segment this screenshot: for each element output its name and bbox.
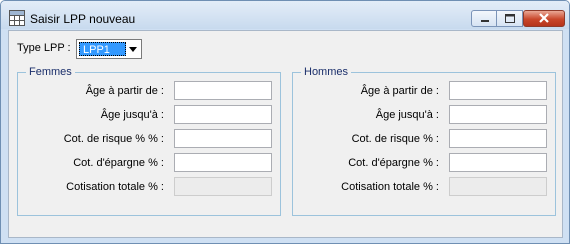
window-title: Saisir LPP nouveau bbox=[30, 12, 136, 26]
hommes-total-contribution-field bbox=[449, 177, 547, 196]
type-lpp-dropdown[interactable]: LPP1 bbox=[76, 39, 142, 59]
hommes-group-title: Hommes bbox=[301, 66, 352, 78]
grid-icon bbox=[9, 10, 25, 26]
minimize-icon bbox=[481, 20, 489, 22]
hommes-risk-contribution-label: Cot. de risque % : bbox=[351, 133, 439, 145]
chevron-down-icon bbox=[129, 47, 137, 52]
femmes-risk-contribution-input[interactable] bbox=[174, 129, 272, 148]
femmes-age-from-label: Âge à partir de : bbox=[85, 85, 164, 97]
femmes-savings-contribution-input[interactable] bbox=[174, 153, 272, 172]
femmes-group-title: Femmes bbox=[26, 66, 75, 78]
maximize-icon bbox=[505, 14, 515, 23]
hommes-total-contribution-label: Cotisation totale % : bbox=[341, 181, 439, 193]
hommes-savings-contribution-input[interactable] bbox=[449, 153, 547, 172]
hommes-risk-contribution-input[interactable] bbox=[449, 129, 547, 148]
hommes-age-from-input[interactable] bbox=[449, 81, 547, 100]
maximize-button[interactable] bbox=[497, 10, 523, 27]
hommes-age-from-label: Âge à partir de : bbox=[360, 85, 439, 97]
title-bar[interactable]: Saisir LPP nouveau bbox=[1, 1, 569, 29]
femmes-savings-contribution-label: Cot. d'épargne % : bbox=[73, 157, 164, 169]
type-lpp-selected-value: LPP1 bbox=[79, 42, 126, 56]
femmes-age-to-input[interactable] bbox=[174, 105, 272, 124]
femmes-total-contribution-label: Cotisation totale % : bbox=[66, 181, 164, 193]
femmes-risk-contribution-label: Cot. de risque % % : bbox=[63, 133, 164, 145]
hommes-group: Hommes Âge à partir de : Âge jusqu'à : C… bbox=[292, 66, 556, 216]
femmes-total-contribution-field bbox=[174, 177, 272, 196]
type-lpp-label: Type LPP : bbox=[17, 42, 71, 54]
hommes-age-to-label: Âge jusqu'à : bbox=[375, 109, 439, 121]
dialog-window: Saisir LPP nouveau Type LPP : LPP1 Femme… bbox=[0, 0, 570, 244]
femmes-age-from-input[interactable] bbox=[174, 81, 272, 100]
close-button[interactable] bbox=[523, 10, 565, 27]
dialog-content: Type LPP : LPP1 Femmes Âge à partir de :… bbox=[8, 30, 563, 238]
femmes-group: Femmes Âge à partir de : Âge jusqu'à : C… bbox=[17, 66, 281, 216]
minimize-button[interactable] bbox=[471, 10, 497, 27]
hommes-savings-contribution-label: Cot. d'épargne % : bbox=[348, 157, 439, 169]
hommes-age-to-input[interactable] bbox=[449, 105, 547, 124]
close-icon bbox=[539, 13, 549, 23]
femmes-age-to-label: Âge jusqu'à : bbox=[100, 109, 164, 121]
